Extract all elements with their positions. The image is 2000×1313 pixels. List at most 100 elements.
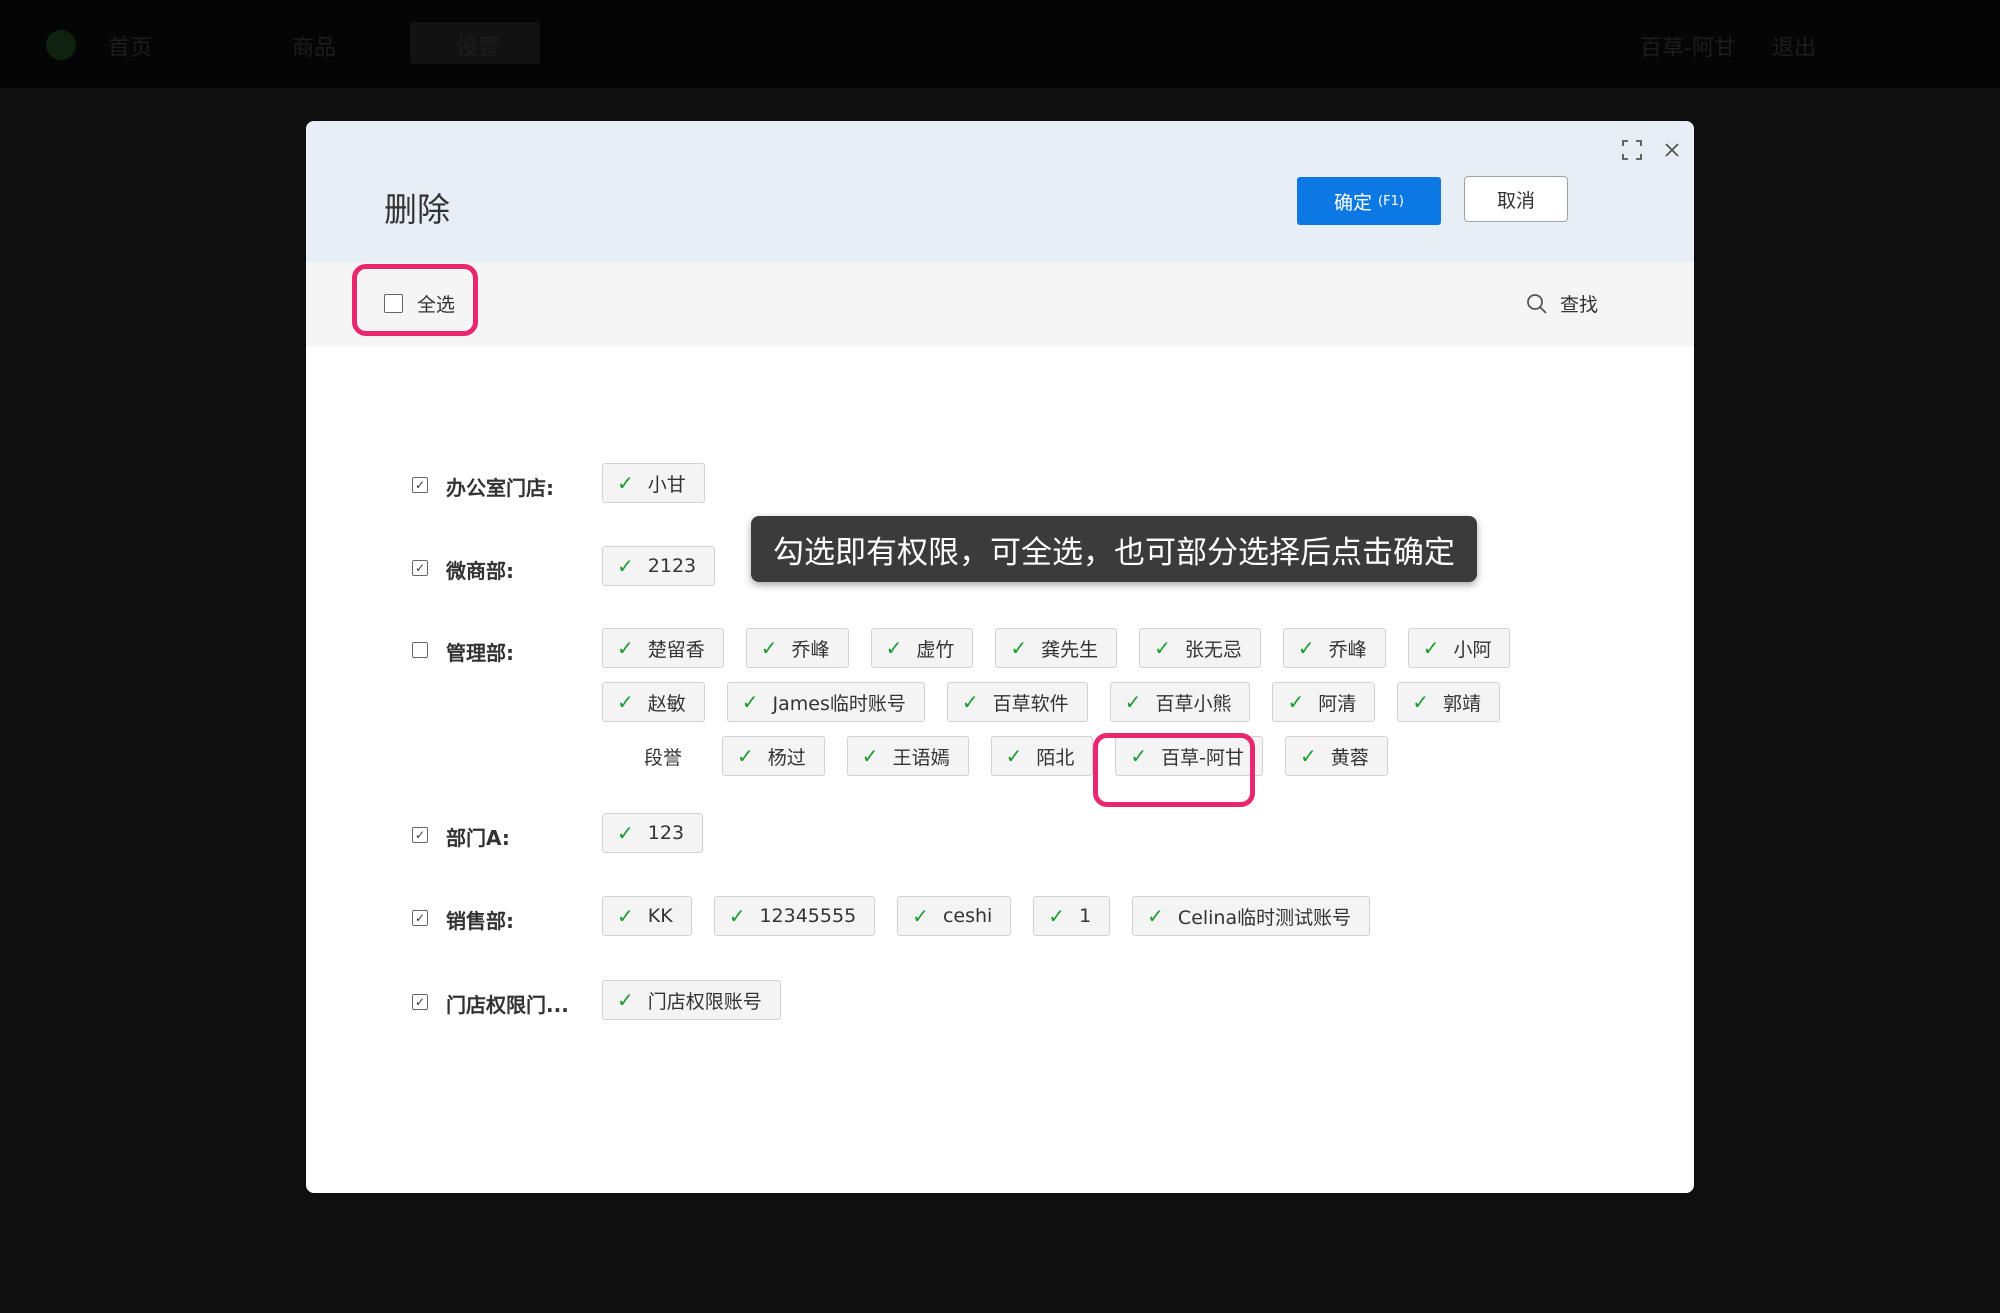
check-icon: ✓ [737,744,754,768]
check-icon: ✓ [760,636,778,660]
member-name: 门店权限账号 [647,990,762,1013]
check-icon: ✓ [617,636,634,660]
department-label: 销售部: [446,909,514,933]
member-name: 杨过 [767,746,806,769]
check-icon: ✓ [885,636,903,660]
member-chip[interactable]: ✓ 1 [1033,896,1111,936]
department-label: 部门A: [446,826,510,850]
member-chip[interactable]: ✓ KK [602,896,692,936]
check-icon: ✓ [1422,636,1440,660]
check-icon: ✓ [1412,690,1429,714]
header-user[interactable]: 百草-阿甘 [1640,30,1736,62]
department-checkbox[interactable] [412,477,428,493]
nav-item-goods[interactable]: 商品 [292,30,336,62]
check-icon: ✓ [617,471,634,495]
member-chip[interactable]: ✓ 门店权限账号 [602,980,781,1020]
member-chip[interactable]: ✓ 12345555 [713,896,876,936]
member-chip[interactable]: ✓段誉 [602,736,700,776]
member-name: 张无忌 [1184,638,1242,661]
header-logout[interactable]: 退出 [1772,30,1816,62]
app-logo [46,30,76,60]
check-icon: ✓ [617,690,634,714]
member-name: 段誉 [644,746,683,769]
member-name: Celina临时测试账号 [1177,906,1352,929]
highlight-member-chip [1093,733,1255,807]
department-row: 办公室门店: ✓ 小甘 [412,463,1522,503]
member-chip[interactable]: ✓ 陌北 [990,736,1094,776]
member-chip[interactable]: ✓ 赵敏 [602,682,705,722]
check-icon: ✓ [861,744,879,768]
check-icon: ✓ [1124,690,1142,714]
member-name: 龚先生 [1041,638,1099,661]
member-chip[interactable]: ✓ 杨过 [722,736,825,776]
member-name: 12345555 [759,905,857,927]
member-chip[interactable]: ✓ 阿清 [1272,682,1376,722]
member-name: 陌北 [1036,746,1075,769]
member-name: 郭靖 [1443,692,1482,715]
check-icon: ✓ [1010,636,1028,660]
check-icon: ✓ [617,904,634,928]
check-icon: ✓ [1048,904,1066,928]
member-chip[interactable]: ✓ 123 [602,813,704,853]
member-name: 阿清 [1318,692,1357,715]
member-chip[interactable]: ✓ 张无忌 [1139,628,1261,668]
member-name: 小甘 [647,473,686,496]
member-chip[interactable]: ✓ 乔峰 [1282,628,1386,668]
member-chip-group: ✓ 门店权限账号 [602,980,1522,1020]
department-checkbox[interactable] [412,910,428,926]
member-chip-group: ✓ 123 [602,813,1522,853]
department-row: 门店权限门... ✓ 门店权限账号 [412,980,1522,1020]
member-chip[interactable]: ✓ ceshi [897,896,1012,936]
member-name: 123 [647,822,685,844]
member-chip[interactable]: ✓ 2123 [602,546,716,586]
member-chip[interactable]: ✓ 龚先生 [995,628,1118,668]
check-icon: ✓ [728,904,746,928]
check-icon: ✓ [1299,744,1317,768]
member-name: 王语嫣 [892,746,950,769]
member-chip[interactable]: ✓ 楚留香 [602,628,724,668]
department-checkbox[interactable] [412,642,428,658]
nav-item-home[interactable]: 首页 [108,30,152,62]
nav-item-settings[interactable]: 设置 [456,30,500,62]
check-icon: ✓ [617,821,634,845]
check-icon: ✓ [617,554,634,578]
department-label: 办公室门店: [446,476,554,500]
member-chip[interactable]: ✓ 百草小熊 [1109,682,1251,722]
member-name: 乔峰 [1328,638,1367,661]
member-chip[interactable]: ✓ 小甘 [602,463,705,503]
member-name: 1 [1079,905,1092,927]
member-name: 楚留香 [647,638,705,661]
member-name: 百草软件 [992,692,1069,715]
department-checkbox[interactable] [412,560,428,576]
member-chip[interactable]: ✓ 王语嫣 [846,736,969,776]
member-name: 2123 [647,555,697,577]
department-checkbox[interactable] [412,994,428,1010]
member-chip[interactable]: ✓ 小阿 [1407,628,1511,668]
member-chip[interactable]: ✓ 虚竹 [870,628,974,668]
member-chip[interactable]: ✓ 乔峰 [745,628,849,668]
member-chip[interactable]: ✓ 百草软件 [946,682,1088,722]
member-name: 小阿 [1453,638,1492,661]
tooltip: 勾选即有权限，可全选，也可部分选择后点击确定 [751,516,1477,582]
check-icon: ✓ [1297,636,1315,660]
check-icon: ✓ [1154,636,1171,660]
check-icon: ✓ [1005,744,1023,768]
member-name: KK [647,905,673,927]
member-chip[interactable]: ✓ 郭靖 [1397,682,1501,722]
member-chip[interactable]: ✓ 黄蓉 [1284,736,1388,776]
member-chip[interactable]: ✓ Celina临时测试账号 [1132,896,1371,936]
check-icon: ✓ [961,690,979,714]
member-chip-group: ✓ 小甘 [602,463,1522,503]
member-name: ceshi [942,905,993,927]
member-chip-group: ✓ 楚留香 ✓ 乔峰 ✓ 虚竹 ✓ 龚先生 ✓ 张无忌 ✓ 乔峰 ✓ 小阿 ✓ 赵敏 ✓ James临时账号 ✓ 百草… [602,628,1522,776]
department-checkbox[interactable] [412,827,428,843]
member-chip[interactable]: ✓ James临时账号 [726,682,925,722]
check-icon: ✓ [912,904,929,928]
app-header: 首页 商品 设置 百草-阿甘 退出 [0,0,2000,88]
check-icon: ✓ [741,690,759,714]
member-name: 百草小熊 [1155,692,1232,715]
department-row: 部门A: ✓ 123 [412,813,1522,853]
check-icon: ✓ [1287,690,1305,714]
member-name: 乔峰 [791,638,830,661]
member-name: 赵敏 [647,692,686,715]
